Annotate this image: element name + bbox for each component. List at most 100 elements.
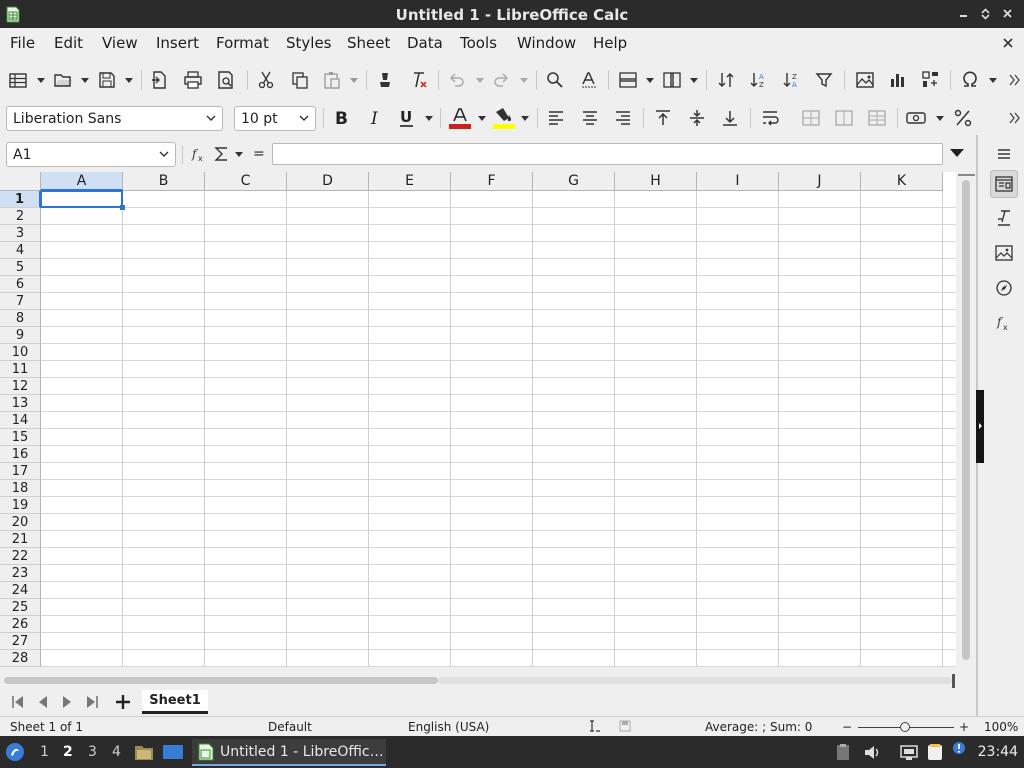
special-character-dropdown-icon[interactable] bbox=[989, 78, 997, 84]
redo-icon[interactable] bbox=[491, 70, 511, 90]
menu-styles[interactable]: Styles bbox=[286, 34, 332, 52]
cut-icon[interactable] bbox=[256, 70, 276, 90]
minimize-icon[interactable] bbox=[957, 7, 970, 20]
row-header-8[interactable]: 8 bbox=[0, 310, 41, 327]
row-header-1[interactable]: 1 bbox=[0, 191, 41, 208]
taskbar-calc-window[interactable]: Untitled 1 - LibreOffic… bbox=[192, 739, 386, 766]
previous-sheet-icon[interactable] bbox=[36, 695, 50, 709]
column-header-j[interactable]: J bbox=[779, 172, 861, 191]
navigator-icon[interactable] bbox=[990, 274, 1018, 302]
row-header-9[interactable]: 9 bbox=[0, 327, 41, 344]
last-sheet-icon[interactable] bbox=[85, 695, 99, 709]
next-sheet-icon[interactable] bbox=[60, 695, 74, 709]
workspace-3[interactable]: 3 bbox=[88, 744, 97, 760]
print-icon[interactable] bbox=[183, 70, 203, 90]
save-icon[interactable] bbox=[97, 70, 117, 90]
vertical-scroll-thumb[interactable] bbox=[962, 180, 970, 660]
formula-input[interactable] bbox=[272, 143, 943, 165]
font-name-combobox[interactable]: Liberation Sans bbox=[6, 106, 223, 131]
split-handle[interactable] bbox=[958, 172, 975, 176]
sort-descending-icon[interactable]: ZA bbox=[781, 70, 801, 90]
special-character-icon[interactable] bbox=[960, 70, 980, 90]
column-icon[interactable] bbox=[662, 70, 682, 90]
show-desktop-icon[interactable] bbox=[162, 742, 184, 762]
sort-ascending-icon[interactable]: AZ bbox=[748, 70, 768, 90]
autofilter-icon[interactable] bbox=[815, 70, 835, 90]
row-header-23[interactable]: 23 bbox=[0, 565, 41, 582]
row-header-24[interactable]: 24 bbox=[0, 582, 41, 599]
row-header-13[interactable]: 13 bbox=[0, 395, 41, 412]
font-size-combobox[interactable]: 10 pt bbox=[234, 106, 316, 131]
copy-icon[interactable] bbox=[290, 70, 310, 90]
name-box[interactable]: A1 bbox=[6, 142, 176, 167]
zoom-out-button[interactable]: − bbox=[842, 720, 852, 734]
row-icon[interactable] bbox=[618, 70, 638, 90]
zoom-in-button[interactable]: + bbox=[959, 720, 969, 734]
row-header-20[interactable]: 20 bbox=[0, 514, 41, 531]
row-header-10[interactable]: 10 bbox=[0, 344, 41, 361]
row-header-14[interactable]: 14 bbox=[0, 412, 41, 429]
row-header-7[interactable]: 7 bbox=[0, 293, 41, 310]
workspace-2[interactable]: 2 bbox=[63, 744, 73, 760]
insert-chart-icon[interactable] bbox=[888, 70, 908, 90]
close-window-icon[interactable] bbox=[1001, 7, 1014, 20]
selection-mode-icon[interactable] bbox=[588, 719, 602, 733]
styles-icon[interactable] bbox=[990, 204, 1018, 232]
underline-dropdown-icon[interactable] bbox=[425, 116, 433, 122]
insert-image-icon[interactable] bbox=[855, 70, 875, 90]
sum-icon[interactable] bbox=[213, 145, 231, 163]
column-dropdown-icon[interactable] bbox=[690, 78, 698, 84]
row-header-27[interactable]: 27 bbox=[0, 633, 41, 650]
network-icon[interactable] bbox=[900, 744, 918, 761]
zoom-level[interactable]: 100% bbox=[984, 720, 1018, 734]
vertical-scrollbar[interactable] bbox=[958, 172, 975, 667]
new-spreadsheet-icon[interactable] bbox=[8, 70, 28, 90]
align-center-icon[interactable] bbox=[580, 108, 600, 128]
start-menu-icon[interactable] bbox=[5, 742, 25, 762]
open-dropdown-icon[interactable] bbox=[81, 78, 89, 84]
row-header-22[interactable]: 22 bbox=[0, 548, 41, 565]
row-header-17[interactable]: 17 bbox=[0, 463, 41, 480]
row-header-2[interactable]: 2 bbox=[0, 208, 41, 225]
menu-file[interactable]: File bbox=[10, 34, 35, 52]
autofill-handle[interactable] bbox=[120, 205, 125, 210]
find-replace-icon[interactable] bbox=[545, 70, 565, 90]
expand-formula-bar-icon[interactable] bbox=[950, 148, 964, 158]
save-dropdown-icon[interactable] bbox=[125, 78, 133, 84]
row-header-16[interactable]: 16 bbox=[0, 446, 41, 463]
undo-icon[interactable] bbox=[447, 70, 467, 90]
column-header-a[interactable]: A bbox=[41, 172, 123, 191]
highlight-color-icon[interactable] bbox=[492, 106, 516, 130]
spreadsheet-grid[interactable]: ABCDEFGHIJK 1 2 3 4 5 6 7 8 9 10 11 12 13 14 15 16 17 18 1… bbox=[0, 172, 956, 667]
align-bottom-icon[interactable] bbox=[720, 108, 740, 128]
menu-view[interactable]: View bbox=[102, 34, 138, 52]
menu-format[interactable]: Format bbox=[216, 34, 269, 52]
bold-icon[interactable]: B bbox=[332, 108, 352, 128]
align-top-icon[interactable] bbox=[653, 108, 673, 128]
sidebar-menu-icon[interactable] bbox=[990, 140, 1018, 168]
spelling-icon[interactable] bbox=[579, 70, 599, 90]
add-sheet-icon[interactable] bbox=[114, 693, 132, 711]
column-header-h[interactable]: H bbox=[615, 172, 697, 191]
restore-icon[interactable] bbox=[979, 7, 992, 20]
align-right-icon[interactable] bbox=[613, 108, 633, 128]
column-header-c[interactable]: C bbox=[205, 172, 287, 191]
font-color-dropdown-icon[interactable] bbox=[478, 116, 486, 122]
menu-window[interactable]: Window bbox=[517, 34, 576, 52]
close-document-icon[interactable] bbox=[1002, 37, 1014, 49]
text-language[interactable]: English (USA) bbox=[408, 720, 489, 734]
first-sheet-icon[interactable] bbox=[11, 695, 25, 709]
row-header-12[interactable]: 12 bbox=[0, 378, 41, 395]
column-header-d[interactable]: D bbox=[287, 172, 369, 191]
paste-dropdown-icon[interactable] bbox=[350, 78, 358, 84]
row-header-3[interactable]: 3 bbox=[0, 225, 41, 242]
workspace-1[interactable]: 1 bbox=[40, 744, 49, 760]
row-header-19[interactable]: 19 bbox=[0, 497, 41, 514]
zoom-slider-thumb[interactable] bbox=[900, 722, 910, 732]
paste-icon[interactable] bbox=[322, 70, 342, 90]
menu-help[interactable]: Help bbox=[593, 34, 627, 52]
sort-icon[interactable] bbox=[716, 70, 736, 90]
row-header-21[interactable]: 21 bbox=[0, 531, 41, 548]
align-left-icon[interactable] bbox=[546, 108, 566, 128]
clock[interactable]: 23:44 bbox=[978, 744, 1018, 760]
